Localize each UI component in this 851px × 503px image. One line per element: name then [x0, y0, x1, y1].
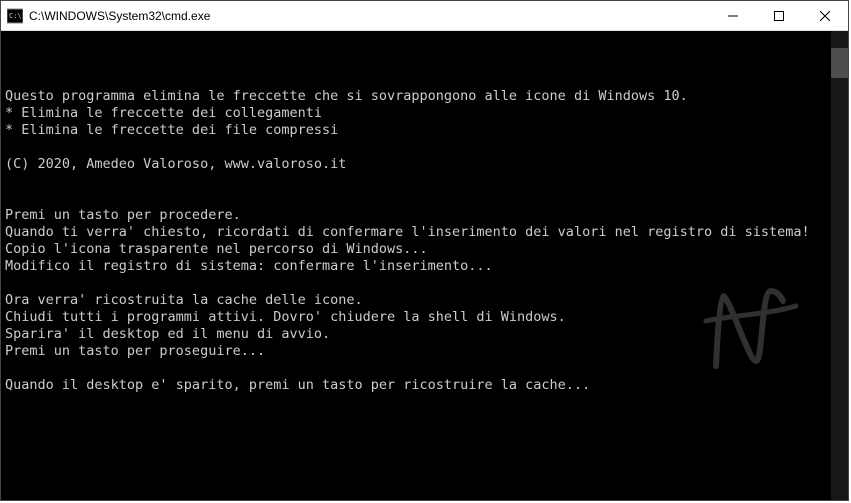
console-line: Questo programma elimina le freccette ch…	[5, 88, 829, 105]
console-line: Copio l'icona trasparente nel percorso d…	[5, 241, 829, 258]
scrollbar-thumb[interactable]	[831, 48, 848, 78]
console-line	[5, 190, 829, 207]
svg-text:C:\: C:\	[9, 12, 22, 20]
cmd-icon: C:\	[7, 8, 23, 24]
console-line	[5, 360, 829, 377]
console-line: Ora verra' ricostruita la cache delle ic…	[5, 292, 829, 309]
titlebar[interactable]: C:\ C:\WINDOWS\System32\cmd.exe	[1, 1, 848, 31]
console-line	[5, 173, 829, 190]
console-line: Quando ti verra' chiesto, ricordati di c…	[5, 224, 829, 241]
console-line: Quando il desktop e' sparito, premi un t…	[5, 377, 829, 394]
minimize-button[interactable]	[710, 1, 756, 30]
cmd-window: C:\ C:\WINDOWS\System32\cmd.exe Questo p…	[0, 0, 849, 501]
window-controls	[710, 1, 848, 30]
console-line: * Elimina le freccette dei file compress…	[5, 122, 829, 139]
console-line: * Elimina le freccette dei collegamenti	[5, 105, 829, 122]
console-line: Modifico il registro di sistema: conferm…	[5, 258, 829, 275]
vertical-scrollbar[interactable]	[831, 31, 848, 500]
close-button[interactable]	[802, 1, 848, 30]
console-line: Premi un tasto per proseguire...	[5, 343, 829, 360]
window-title: C:\WINDOWS\System32\cmd.exe	[29, 9, 710, 23]
console-line: Premi un tasto per procedere.	[5, 207, 829, 224]
console-line	[5, 275, 829, 292]
maximize-button[interactable]	[756, 1, 802, 30]
console-line: (C) 2020, Amedeo Valoroso, www.valoroso.…	[5, 156, 829, 173]
console-line: Sparira' il desktop ed il menu di avvio.	[5, 326, 829, 343]
console-line: Chiudi tutti i programmi attivi. Dovro' …	[5, 309, 829, 326]
client-area: Questo programma elimina le freccette ch…	[1, 31, 848, 500]
console-output[interactable]: Questo programma elimina le freccette ch…	[1, 31, 831, 500]
console-line	[5, 139, 829, 156]
